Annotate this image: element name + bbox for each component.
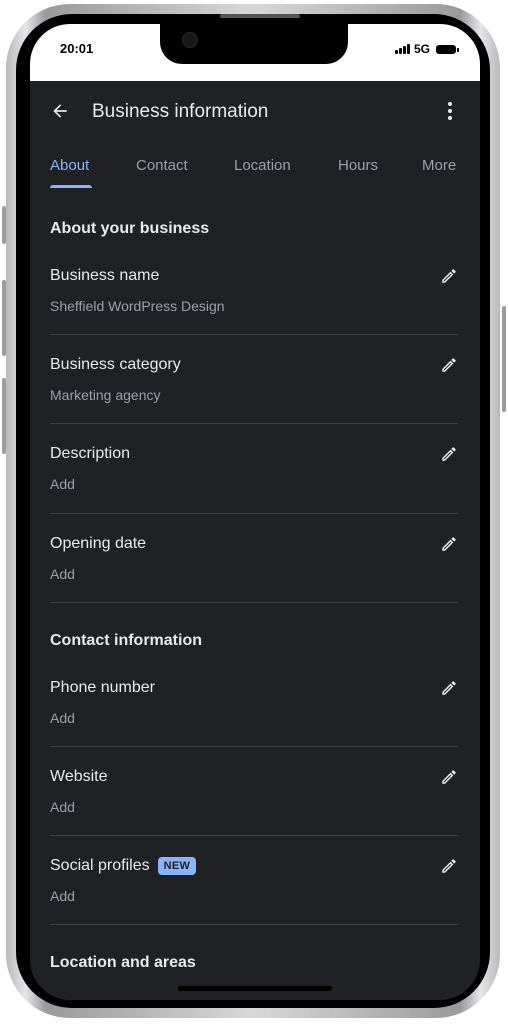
power-button (502, 306, 506, 412)
camera-icon (182, 32, 198, 48)
volume-down-button (2, 378, 6, 454)
row-business-name[interactable]: Business name Sheffield WordPress Design (50, 267, 458, 317)
tab-bar: About Contact Location Hours More (30, 149, 480, 191)
status-bar: 20:01 5G (30, 24, 480, 81)
tab-about[interactable]: About (50, 157, 89, 174)
status-indicators: 5G (394, 42, 459, 56)
row-value: Add (50, 888, 75, 904)
row-label: Website (50, 768, 108, 785)
network-label: 5G (413, 42, 430, 56)
page-title: Business information (92, 101, 269, 122)
pencil-edit-icon[interactable] (440, 679, 458, 697)
tab-hours[interactable]: Hours (338, 157, 378, 174)
row-value: Sheffield WordPress Design (50, 298, 225, 314)
arrow-back-icon[interactable] (50, 101, 70, 121)
row-value: Add (50, 476, 75, 492)
pencil-edit-icon[interactable] (440, 857, 458, 875)
row-business-category[interactable]: Business category Marketing agency (50, 356, 458, 406)
tab-contact[interactable]: Contact (136, 157, 188, 174)
tab-more[interactable]: More (422, 157, 456, 174)
notch (160, 24, 348, 64)
row-phone-number[interactable]: Phone number Add (50, 679, 458, 729)
divider (50, 334, 458, 335)
divider (50, 423, 458, 424)
pencil-edit-icon[interactable] (440, 535, 458, 553)
row-label: Business name (50, 267, 160, 284)
row-label: Opening date (50, 535, 147, 552)
pencil-edit-icon[interactable] (440, 445, 458, 463)
speaker-slot (220, 14, 300, 18)
divider (50, 835, 458, 836)
home-indicator[interactable] (178, 986, 332, 991)
row-description[interactable]: Description Add (50, 445, 458, 495)
section-title-contact: Contact information (50, 632, 202, 649)
app-bar: Business information (30, 81, 480, 141)
tab-location[interactable]: Location (234, 157, 291, 174)
row-opening-date[interactable]: Opening date Add (50, 535, 458, 585)
screen: 20:01 5G Business information About Cont… (30, 24, 480, 1000)
row-value: Marketing agency (50, 387, 161, 403)
row-label: Description (50, 445, 131, 462)
battery-icon (436, 44, 459, 54)
row-social-profiles[interactable]: Social profiles NEW Add (50, 855, 458, 907)
divider (50, 513, 458, 514)
row-label: Business category (50, 356, 181, 373)
row-value: Add (50, 710, 75, 726)
signal-icon (394, 44, 410, 54)
pencil-edit-icon[interactable] (440, 267, 458, 285)
divider (50, 746, 458, 747)
row-website[interactable]: Website Add (50, 768, 458, 818)
row-label: Social profiles NEW (50, 857, 197, 875)
pencil-edit-icon[interactable] (440, 768, 458, 786)
row-label: Phone number (50, 679, 155, 696)
new-badge: NEW (157, 857, 197, 875)
pencil-edit-icon[interactable] (440, 356, 458, 374)
volume-up-button (2, 280, 6, 356)
divider (50, 924, 458, 925)
divider (50, 602, 458, 603)
mute-switch (2, 206, 6, 244)
row-value: Add (50, 566, 75, 582)
row-value: Add (50, 799, 75, 815)
active-tab-indicator (50, 185, 92, 188)
status-time: 20:01 (60, 41, 94, 56)
more-vert-icon[interactable] (438, 99, 462, 123)
section-title-location: Location and areas (50, 954, 196, 971)
section-title-about: About your business (50, 220, 210, 237)
